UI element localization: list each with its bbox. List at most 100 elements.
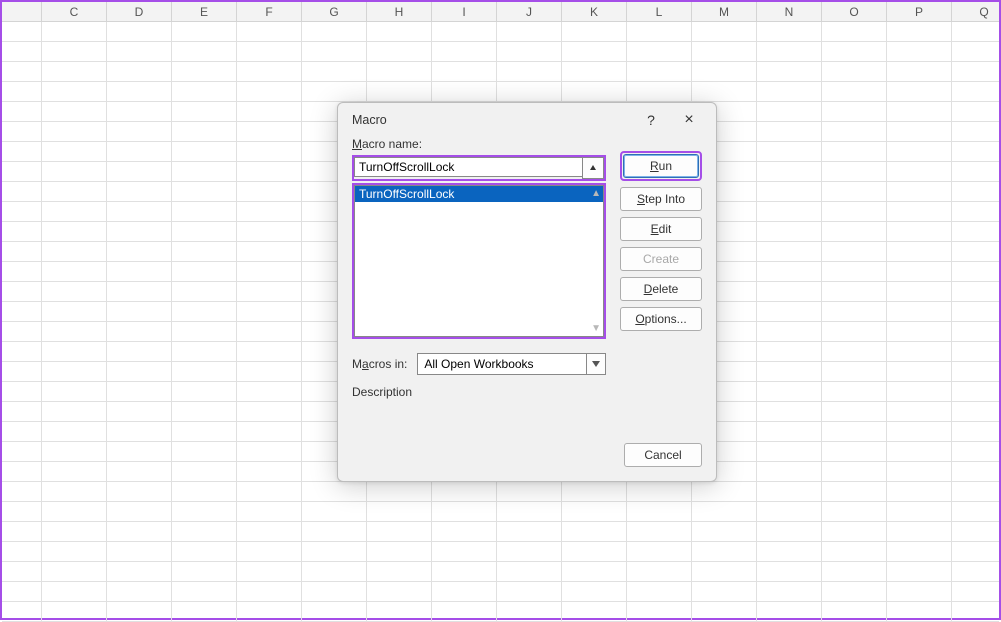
grid-cell[interactable] (822, 602, 887, 621)
grid-cell[interactable] (237, 102, 302, 121)
grid-cell[interactable] (2, 142, 42, 161)
grid-cell[interactable] (172, 182, 237, 201)
grid-cell[interactable] (822, 142, 887, 161)
grid-cell[interactable] (757, 62, 822, 81)
grid-cell[interactable] (692, 502, 757, 521)
grid-cell[interactable] (237, 322, 302, 341)
grid-cell[interactable] (172, 202, 237, 221)
grid-cell[interactable] (107, 242, 172, 261)
grid-cell[interactable] (2, 222, 42, 241)
grid-cell[interactable] (822, 482, 887, 501)
grid-cell[interactable] (562, 82, 627, 101)
grid-cell[interactable] (692, 582, 757, 601)
grid-cell[interactable] (757, 542, 822, 561)
grid-cell[interactable] (42, 562, 107, 581)
grid-cell[interactable] (757, 402, 822, 421)
grid-cell[interactable] (107, 262, 172, 281)
grid-cell[interactable] (692, 602, 757, 621)
grid-cell[interactable] (952, 202, 1001, 221)
grid-cell[interactable] (237, 562, 302, 581)
grid-cell[interactable] (172, 162, 237, 181)
grid-cell[interactable] (237, 242, 302, 261)
edit-button[interactable]: Edit (620, 217, 702, 241)
grid-cell[interactable] (887, 162, 952, 181)
run-button[interactable]: Run (623, 154, 699, 178)
grid-cell[interactable] (822, 242, 887, 261)
grid-cell[interactable] (952, 42, 1001, 61)
grid-cell[interactable] (42, 62, 107, 81)
grid-cell[interactable] (757, 302, 822, 321)
grid-cell[interactable] (757, 362, 822, 381)
column-header[interactable]: C (42, 2, 107, 21)
grid-cell[interactable] (107, 82, 172, 101)
grid-cell[interactable] (302, 62, 367, 81)
grid-cell[interactable] (172, 82, 237, 101)
grid-cell[interactable] (887, 602, 952, 621)
grid-cell[interactable] (562, 562, 627, 581)
grid-cell[interactable] (42, 262, 107, 281)
grid-cell[interactable] (172, 62, 237, 81)
grid-cell[interactable] (627, 502, 692, 521)
macros-in-dropdown-button[interactable] (586, 353, 606, 375)
grid-cell[interactable] (562, 582, 627, 601)
grid-cell[interactable] (2, 382, 42, 401)
grid-cell[interactable] (237, 542, 302, 561)
grid-cell[interactable] (887, 382, 952, 401)
grid-cell[interactable] (562, 502, 627, 521)
grid-cell[interactable] (237, 442, 302, 461)
grid-cell[interactable] (107, 542, 172, 561)
grid-cell[interactable] (757, 22, 822, 41)
grid-cell[interactable] (432, 482, 497, 501)
grid-cell[interactable] (2, 162, 42, 181)
grid-cell[interactable] (497, 602, 562, 621)
options-button[interactable]: Options... (620, 307, 702, 331)
grid-cell[interactable] (302, 602, 367, 621)
grid-cell[interactable] (887, 582, 952, 601)
grid-cell[interactable] (822, 162, 887, 181)
grid-cell[interactable] (237, 342, 302, 361)
grid-cell[interactable] (822, 382, 887, 401)
grid-cell[interactable] (237, 142, 302, 161)
grid-cell[interactable] (107, 562, 172, 581)
grid-cell[interactable] (107, 382, 172, 401)
grid-cell[interactable] (42, 22, 107, 41)
grid-cell[interactable] (42, 222, 107, 241)
grid-cell[interactable] (432, 562, 497, 581)
grid-cell[interactable] (757, 222, 822, 241)
grid-cell[interactable] (822, 282, 887, 301)
grid-cell[interactable] (887, 22, 952, 41)
grid-cell[interactable] (107, 482, 172, 501)
grid-cell[interactable] (2, 282, 42, 301)
column-header[interactable]: M (692, 2, 757, 21)
grid-cell[interactable] (42, 302, 107, 321)
grid-cell[interactable] (2, 482, 42, 501)
column-header[interactable]: L (627, 2, 692, 21)
grid-cell[interactable] (302, 22, 367, 41)
grid-cell[interactable] (42, 102, 107, 121)
grid-cell[interactable] (2, 542, 42, 561)
grid-cell[interactable] (42, 582, 107, 601)
grid-cell[interactable] (432, 42, 497, 61)
grid-cell[interactable] (887, 102, 952, 121)
grid-cell[interactable] (237, 302, 302, 321)
grid-cell[interactable] (302, 562, 367, 581)
grid-cell[interactable] (42, 362, 107, 381)
grid-cell[interactable] (42, 422, 107, 441)
help-button[interactable]: ? (632, 107, 670, 133)
grid-cell[interactable] (497, 62, 562, 81)
grid-cell[interactable] (887, 562, 952, 581)
grid-cell[interactable] (237, 502, 302, 521)
grid-cell[interactable] (42, 122, 107, 141)
column-header[interactable]: N (757, 2, 822, 21)
grid-cell[interactable] (822, 502, 887, 521)
grid-cell[interactable] (952, 62, 1001, 81)
grid-cell[interactable] (757, 502, 822, 521)
grid-cell[interactable] (367, 82, 432, 101)
grid-cell[interactable] (887, 202, 952, 221)
grid-cell[interactable] (42, 602, 107, 621)
grid-cell[interactable] (432, 62, 497, 81)
grid-cell[interactable] (367, 602, 432, 621)
grid-cell[interactable] (237, 462, 302, 481)
grid-cell[interactable] (107, 22, 172, 41)
grid-cell[interactable] (2, 82, 42, 101)
